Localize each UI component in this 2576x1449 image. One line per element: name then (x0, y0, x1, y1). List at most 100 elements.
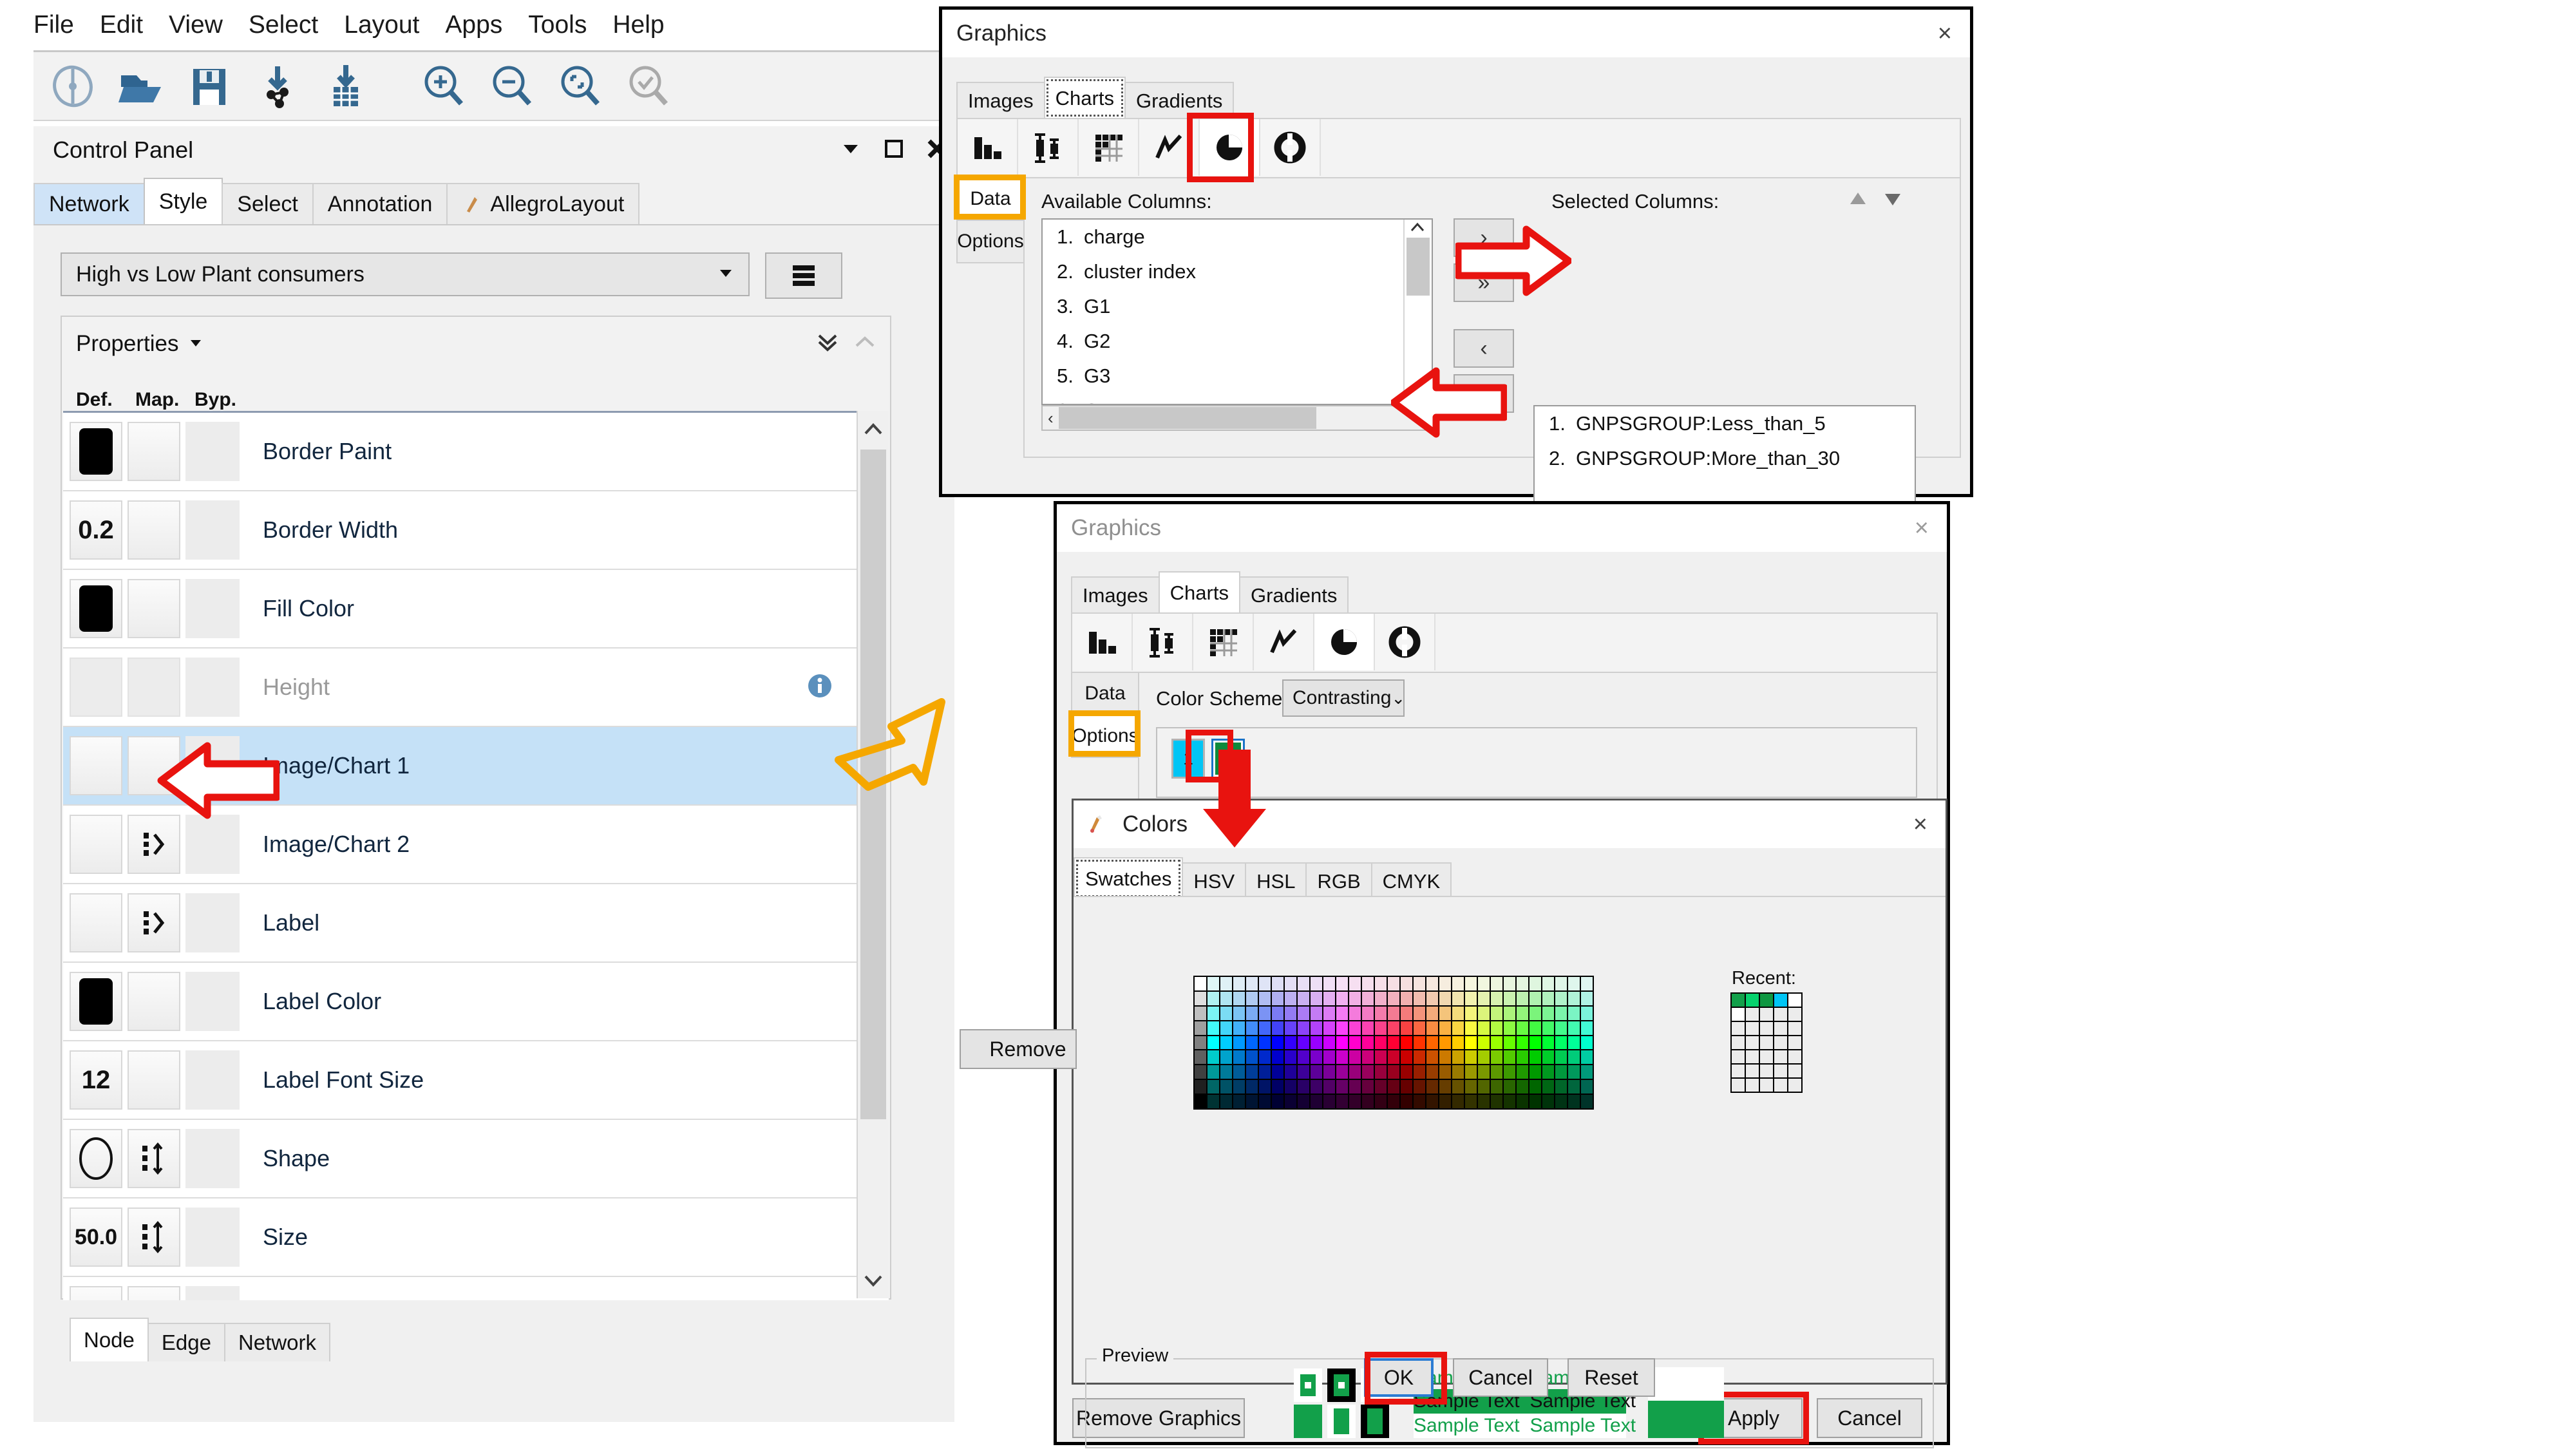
color-swatch[interactable] (1568, 991, 1580, 1005)
color-swatch[interactable] (1298, 977, 1309, 990)
zoom-selected-icon[interactable] (623, 61, 674, 111)
color-swatch[interactable] (1336, 1065, 1348, 1079)
color-swatch[interactable] (1388, 1006, 1399, 1020)
data-side-tab[interactable]: Data (1071, 672, 1138, 715)
color-swatch[interactable] (1195, 1065, 1206, 1079)
color-swatch[interactable] (1349, 1036, 1361, 1050)
color-swatch[interactable] (1285, 977, 1296, 990)
close-icon[interactable]: × (1938, 20, 1952, 48)
menu-item-help[interactable]: Help (612, 11, 664, 39)
scroll-left-icon[interactable]: ‹ (1048, 408, 1054, 428)
color-swatch[interactable] (1452, 1065, 1464, 1079)
color-swatch[interactable] (1259, 977, 1271, 990)
color-swatch[interactable] (1581, 1080, 1593, 1094)
mapping-cell[interactable] (128, 972, 180, 1031)
color-swatch[interactable] (1439, 1006, 1451, 1020)
color-swatch[interactable] (1555, 1065, 1567, 1079)
close-icon[interactable]: × (1913, 811, 1927, 838)
recent-color-swatch[interactable] (1774, 1079, 1787, 1092)
recent-color-swatch[interactable] (1746, 1065, 1759, 1077)
color-swatch[interactable] (1581, 1036, 1593, 1050)
color-swatch[interactable] (1323, 991, 1335, 1005)
default-value-cell[interactable]: 255 (70, 1286, 122, 1300)
tab-gradients[interactable]: Gradients (1124, 82, 1235, 119)
color-swatch[interactable] (1272, 1065, 1283, 1079)
recent-color-swatch[interactable] (1760, 1079, 1773, 1092)
tab-allegrolayout[interactable]: AllegroLayout (446, 183, 640, 224)
color-swatch[interactable] (1285, 1095, 1296, 1108)
recent-color-swatch[interactable] (1760, 1065, 1773, 1077)
color-swatch[interactable] (1336, 1006, 1348, 1020)
style-selector-dropdown[interactable]: High vs Low Plant consumers (61, 252, 750, 296)
close-icon[interactable]: × (1915, 515, 1929, 542)
color-swatch[interactable] (1349, 991, 1361, 1005)
recent-color-swatch[interactable] (1788, 1050, 1801, 1063)
color-swatch[interactable] (1478, 1006, 1490, 1020)
color-swatch[interactable] (1208, 991, 1219, 1005)
color-swatch[interactable] (1491, 1036, 1502, 1050)
default-value-cell[interactable] (70, 893, 122, 952)
color-swatch[interactable] (1491, 991, 1502, 1005)
zoom-out-icon[interactable] (487, 61, 537, 111)
color-swatch[interactable] (1465, 1095, 1477, 1108)
color-swatch[interactable] (1517, 1065, 1528, 1079)
color-swatch[interactable] (1542, 1050, 1554, 1065)
move-left-button[interactable]: ‹ (1454, 329, 1514, 368)
color-swatch[interactable] (1349, 1021, 1361, 1035)
color-swatch[interactable] (1439, 1095, 1451, 1108)
color-swatch[interactable] (1452, 1021, 1464, 1035)
color-swatch[interactable] (1568, 1036, 1580, 1050)
color-swatch[interactable] (1336, 1021, 1348, 1035)
list-item[interactable]: 6.G4 (1043, 393, 1432, 404)
color-swatch[interactable] (1414, 1021, 1425, 1035)
color-swatch[interactable] (1401, 1021, 1412, 1035)
color-swatch[interactable] (1426, 1006, 1438, 1020)
color-swatch[interactable] (1233, 1080, 1245, 1094)
recent-color-swatch[interactable] (1732, 1022, 1745, 1035)
recent-color-swatch[interactable] (1732, 994, 1745, 1007)
color-swatch[interactable] (1285, 1050, 1296, 1065)
color-swatch[interactable] (1298, 1050, 1309, 1065)
zoom-in-icon[interactable] (419, 61, 469, 111)
tab-network[interactable]: Network (33, 183, 145, 224)
color-swatch[interactable] (1581, 1095, 1593, 1108)
recent-color-swatch[interactable] (1746, 1036, 1759, 1049)
default-value-cell[interactable] (70, 579, 122, 638)
bar-chart-icon[interactable] (1072, 614, 1133, 670)
color-swatch[interactable] (1349, 1095, 1361, 1108)
color-swatch[interactable] (1336, 991, 1348, 1005)
bypass-cell[interactable] (185, 815, 240, 874)
color-swatch[interactable] (1272, 1080, 1283, 1094)
color-swatch[interactable] (1375, 977, 1387, 990)
color-swatch[interactable] (1259, 991, 1271, 1005)
list-item[interactable]: 2. cluster index (1043, 254, 1432, 289)
scroll-up-icon[interactable] (1407, 221, 1428, 234)
color-swatch[interactable] (1233, 991, 1245, 1005)
recent-color-swatch[interactable] (1746, 1079, 1759, 1092)
color-swatch[interactable] (1452, 991, 1464, 1005)
color-swatch[interactable] (1388, 977, 1399, 990)
color-swatch[interactable] (1439, 1036, 1451, 1050)
color-swatch[interactable] (1336, 1080, 1348, 1094)
color-swatch[interactable] (1298, 1080, 1309, 1094)
color-swatch[interactable] (1401, 1080, 1412, 1094)
color-swatch[interactable] (1375, 1080, 1387, 1094)
default-value-cell[interactable] (70, 1129, 122, 1188)
recent-color-swatch[interactable] (1732, 1008, 1745, 1021)
mapping-cell[interactable] (128, 1208, 180, 1267)
color-swatch[interactable] (1581, 1021, 1593, 1035)
color-swatch[interactable] (1401, 1065, 1412, 1079)
color-swatch[interactable] (1220, 1050, 1232, 1065)
color-swatch[interactable] (1530, 991, 1541, 1005)
reset-button[interactable]: Reset (1567, 1358, 1655, 1397)
menu-item-file[interactable]: File (33, 11, 74, 39)
color-swatch[interactable] (1388, 1080, 1399, 1094)
options-side-tab[interactable]: Options (956, 220, 1024, 263)
color-swatch[interactable] (1246, 1050, 1258, 1065)
color-swatch[interactable] (1311, 1006, 1322, 1020)
zoom-fit-icon[interactable] (555, 61, 605, 111)
color-swatch[interactable] (1246, 1095, 1258, 1108)
color-swatch[interactable] (1285, 1080, 1296, 1094)
color-swatch[interactable] (1568, 1021, 1580, 1035)
color-swatch[interactable] (1259, 1036, 1271, 1050)
